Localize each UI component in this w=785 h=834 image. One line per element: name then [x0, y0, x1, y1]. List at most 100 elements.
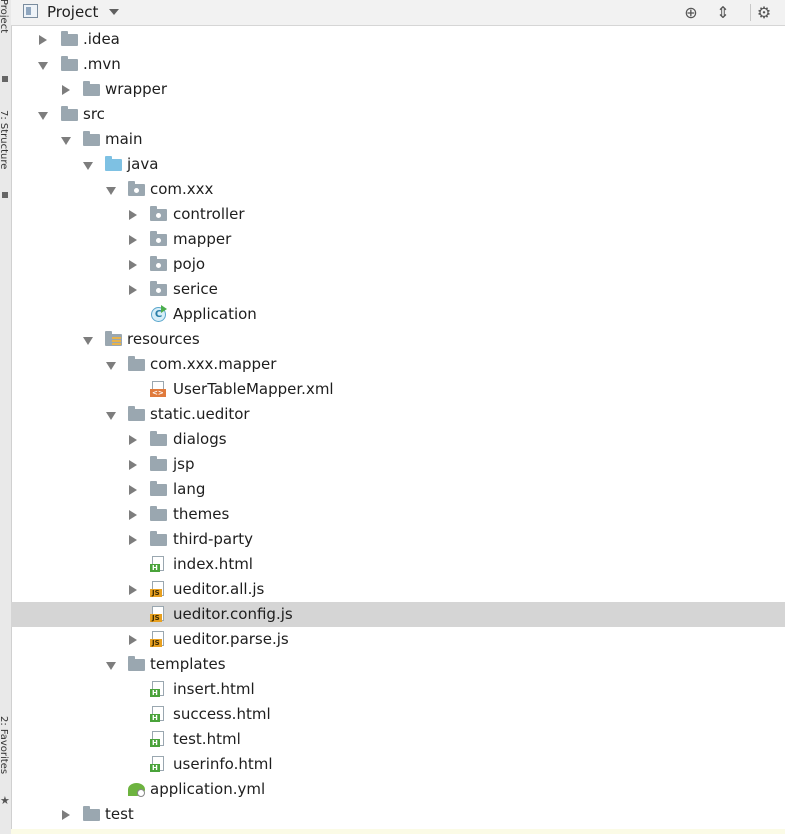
tree-item-pojo[interactable]: pojo: [11, 252, 785, 277]
folder-icon: [83, 806, 101, 822]
collapse-all-icon[interactable]: ⇕: [713, 2, 733, 22]
tree-item-third-party[interactable]: third-party: [11, 527, 785, 552]
view-selector[interactable]: Project: [47, 3, 98, 21]
html-file-icon: H: [150, 731, 168, 747]
tree-item-userinfo-html[interactable]: H userinfo.html: [11, 752, 785, 777]
tree-item-label: templates: [150, 655, 226, 673]
tree-item-jsp[interactable]: jsp: [11, 452, 785, 477]
tree-item-test-html[interactable]: H test.html: [11, 727, 785, 752]
tree-item-label: success.html: [173, 705, 271, 723]
resources-folder-icon: [105, 331, 123, 347]
chevron-right-icon[interactable]: [39, 35, 47, 45]
tree-item-resources[interactable]: resources: [11, 327, 785, 352]
chevron-right-icon[interactable]: [129, 210, 137, 220]
tree-item-index-html[interactable]: H index.html: [11, 552, 785, 577]
tree-item-themes[interactable]: themes: [11, 502, 785, 527]
tree-item-label: themes: [173, 505, 230, 523]
folder-icon: [128, 406, 146, 422]
tree-item-label: index.html: [173, 555, 253, 573]
tree-item-mapper[interactable]: mapper: [11, 227, 785, 252]
tree-item-ueditor-all-js[interactable]: JS ueditor.all.js: [11, 577, 785, 602]
tree-item-main[interactable]: main: [11, 127, 785, 152]
next-row-hint: [11, 829, 785, 834]
tree-item-java[interactable]: java: [11, 152, 785, 177]
chevron-down-icon[interactable]: [106, 362, 116, 370]
tree-item-label: wrapper: [105, 80, 168, 98]
locate-icon[interactable]: ⊕: [681, 2, 701, 22]
folder-icon: [150, 431, 168, 447]
chevron-down-icon[interactable]: [38, 62, 48, 70]
chevron-down-icon[interactable]: [83, 162, 93, 170]
project-tool-tab[interactable]: 1: Project: [0, 0, 9, 33]
spring-config-icon: [128, 781, 146, 797]
tree-item-success-html[interactable]: H success.html: [11, 702, 785, 727]
chevron-down-icon[interactable]: [38, 112, 48, 120]
xml-file-icon: <>: [150, 381, 168, 397]
folder-icon: [150, 531, 168, 547]
tree-item-label: mapper: [173, 230, 232, 248]
chevron-right-icon[interactable]: [62, 85, 70, 95]
project-view-icon: [23, 4, 38, 18]
chevron-right-icon[interactable]: [129, 485, 137, 495]
tree-item-lang[interactable]: lang: [11, 477, 785, 502]
package-icon: [150, 206, 168, 222]
structure-tool-tab[interactable]: 7: Structure: [0, 110, 9, 169]
chevron-right-icon[interactable]: [129, 460, 137, 470]
tree-item-ueditor-parse-js[interactable]: JS ueditor.parse.js: [11, 627, 785, 652]
gear-icon[interactable]: ⚙: [754, 2, 774, 22]
tree-item-ueditor-config-js[interactable]: JS ueditor.config.js: [11, 602, 785, 627]
folder-icon: [83, 131, 101, 147]
tree-item-controller[interactable]: controller: [11, 202, 785, 227]
tree-item-application[interactable]: C Application: [11, 302, 785, 327]
folder-icon: [150, 481, 168, 497]
chevron-right-icon[interactable]: [129, 585, 137, 595]
chevron-right-icon[interactable]: [129, 235, 137, 245]
header-divider: [750, 4, 751, 21]
chevron-down-icon[interactable]: [83, 337, 93, 345]
chevron-down-icon[interactable]: [106, 187, 116, 195]
tree-item-dialogs[interactable]: dialogs: [11, 427, 785, 452]
tree-item-usertablemapper-xml[interactable]: <> UserTableMapper.xml: [11, 377, 785, 402]
tree-item-serice[interactable]: serice: [11, 277, 785, 302]
package-icon: [128, 181, 146, 197]
folder-icon: [61, 56, 79, 72]
tree-item-com-xxx-mapper[interactable]: com.xxx.mapper: [11, 352, 785, 377]
chevron-right-icon[interactable]: [129, 285, 137, 295]
tree-item-mvn[interactable]: .mvn: [11, 52, 785, 77]
folder-icon: [61, 106, 79, 122]
tree-item-label: serice: [173, 280, 218, 298]
chevron-right-icon[interactable]: [62, 810, 70, 820]
chevron-right-icon[interactable]: [129, 635, 137, 645]
tree-item-application-yml[interactable]: application.yml: [11, 777, 785, 802]
tree-item-label: insert.html: [173, 680, 255, 698]
tree-item-label: .mvn: [83, 55, 121, 73]
folder-icon: [83, 81, 101, 97]
chevron-right-icon[interactable]: [129, 510, 137, 520]
tree-item-test[interactable]: test: [11, 802, 785, 827]
html-file-icon: H: [150, 706, 168, 722]
tree-item-idea[interactable]: .idea: [11, 27, 785, 52]
tree-item-label: pojo: [173, 255, 206, 273]
chevron-right-icon[interactable]: [129, 435, 137, 445]
chevron-right-icon[interactable]: [129, 535, 137, 545]
package-icon: [150, 256, 168, 272]
tree-item-com-xxx[interactable]: com.xxx: [11, 177, 785, 202]
favorites-tool-tab[interactable]: 2: Favorites: [0, 716, 9, 774]
tree-item-templates[interactable]: templates: [11, 652, 785, 677]
chevron-down-icon[interactable]: [106, 412, 116, 420]
chevron-down-icon[interactable]: [61, 137, 71, 145]
tree-item-static-ueditor[interactable]: static.ueditor: [11, 402, 785, 427]
js-file-icon: JS: [150, 581, 168, 597]
project-panel-header: Project ⊕ ⇕ ⚙: [11, 0, 785, 26]
tree-item-label: src: [83, 105, 105, 123]
tree-item-label: ueditor.all.js: [173, 580, 265, 598]
html-file-icon: H: [150, 556, 168, 572]
tree-item-insert-html[interactable]: H insert.html: [11, 677, 785, 702]
chevron-right-icon[interactable]: [129, 260, 137, 270]
package-icon: [150, 231, 168, 247]
tree-item-wrapper[interactable]: wrapper: [11, 77, 785, 102]
chevron-down-icon[interactable]: [106, 662, 116, 670]
chevron-down-icon[interactable]: [109, 9, 119, 15]
tree-item-src[interactable]: src: [11, 102, 785, 127]
tree-item-label: com.xxx.mapper: [150, 355, 277, 373]
